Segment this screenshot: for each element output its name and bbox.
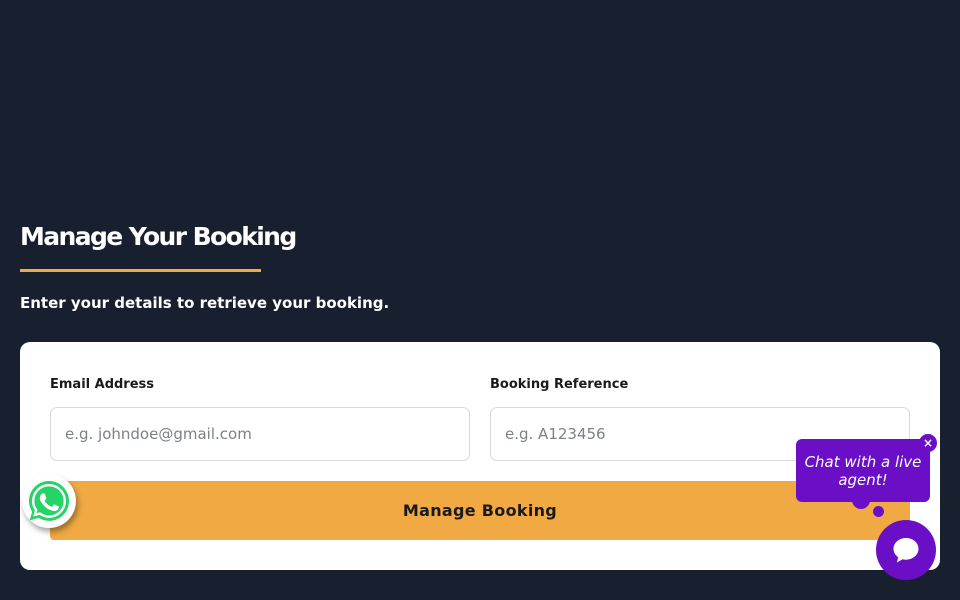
email-field[interactable] (50, 407, 470, 461)
chat-prompt-text: Chat with a live agent! (804, 452, 922, 489)
email-label: Email Address (50, 377, 155, 392)
booking-reference-label: Booking Reference (490, 377, 629, 392)
title-underline (20, 269, 261, 272)
whatsapp-button[interactable] (22, 474, 76, 528)
page-title: Manage Your Booking (20, 222, 297, 251)
chat-bubble-icon (893, 538, 919, 563)
live-chat-button[interactable] (876, 520, 936, 580)
bubble-tail-dot (852, 491, 870, 509)
close-icon[interactable]: × (919, 434, 937, 452)
page-subtitle: Enter your details to retrieve your book… (20, 294, 390, 312)
manage-booking-button[interactable]: Manage Booking (50, 481, 910, 540)
bubble-tail-dot (873, 506, 884, 517)
whatsapp-icon (29, 481, 69, 521)
